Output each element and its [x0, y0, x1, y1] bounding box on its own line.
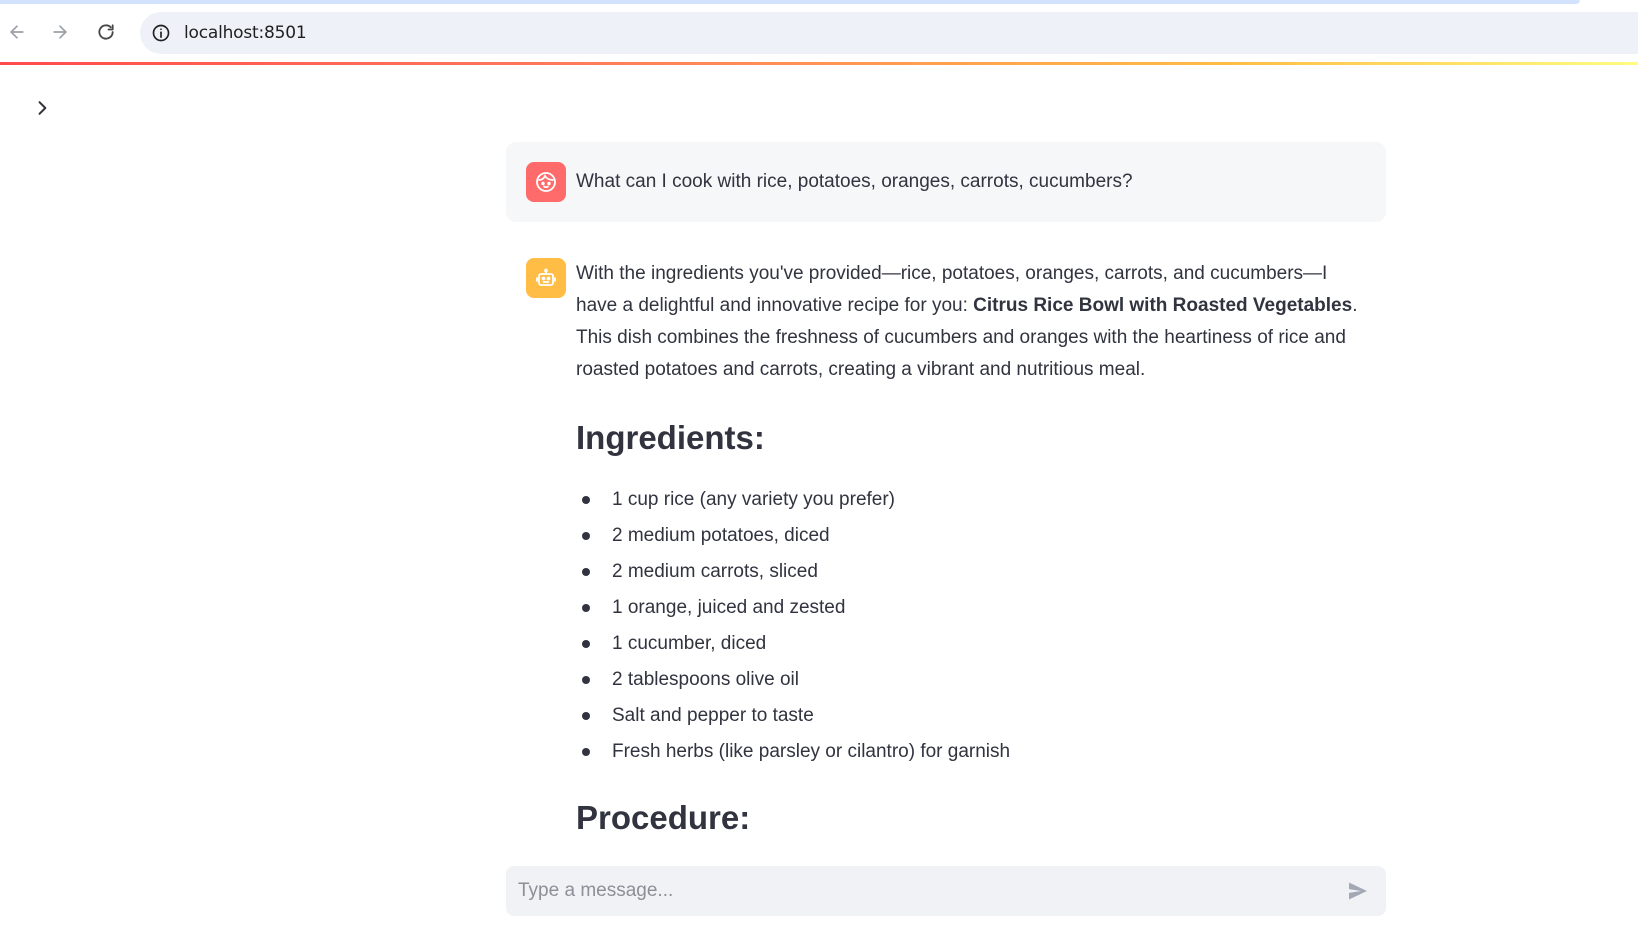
- site-info-button[interactable]: [150, 22, 172, 44]
- tab-strip-edge: [0, 0, 1580, 4]
- chat-container: What can I cook with rice, potatoes, ora…: [506, 142, 1386, 862]
- list-item: Salt and pepper to taste: [582, 698, 1366, 734]
- arrow-right-icon: [53, 25, 67, 39]
- app-header-decoration: [0, 62, 1638, 65]
- list-item: Fresh herbs (like parsley or cilantro) f…: [582, 734, 1366, 770]
- browser-toolbar: localhost:8501: [0, 0, 1638, 62]
- back-button[interactable]: [3, 18, 31, 46]
- assistant-message-body: With the ingredients you've provided—ric…: [576, 258, 1366, 862]
- arrow-left-icon: [10, 25, 24, 39]
- chat-input-container: [506, 866, 1386, 916]
- recipe-name: Citrus Rice Bowl with Roasted Vegetables: [973, 295, 1353, 316]
- list-item: 2 tablespoons olive oil: [582, 662, 1366, 698]
- assistant-message: With the ingredients you've provided—ric…: [506, 240, 1386, 862]
- list-item: 1 cucumber, diced: [582, 626, 1366, 662]
- list-item: 2 medium carrots, sliced: [582, 554, 1366, 590]
- sidebar-expand-button[interactable]: [30, 96, 54, 120]
- user-message: What can I cook with rice, potatoes, ora…: [506, 142, 1386, 222]
- list-item: 2 medium potatoes, diced: [582, 518, 1366, 554]
- chevron-right-icon: [38, 101, 47, 115]
- address-bar[interactable]: localhost:8501: [140, 12, 1638, 54]
- user-message-text: What can I cook with rice, potatoes, ora…: [576, 171, 1133, 192]
- ingredients-list: 1 cup rice (any variety you prefer) 2 me…: [576, 482, 1366, 770]
- send-icon: [1349, 882, 1367, 900]
- ingredients-heading: Ingredients:: [576, 419, 765, 456]
- user-avatar: [526, 162, 566, 202]
- reload-icon: [98, 24, 114, 40]
- robot-icon: [536, 268, 556, 286]
- procedure-heading: Procedure:: [576, 799, 751, 836]
- send-button[interactable]: [1338, 871, 1378, 911]
- reload-button[interactable]: [92, 18, 120, 46]
- list-item: 1 cup rice (any variety you prefer): [582, 482, 1366, 518]
- user-face-icon: [536, 172, 556, 192]
- url-text: localhost:8501: [184, 23, 307, 43]
- chat-message-input[interactable]: [506, 866, 1338, 916]
- list-item: 1 orange, juiced and zested: [582, 590, 1366, 626]
- assistant-avatar: [526, 258, 566, 298]
- assistant-intro-paragraph: With the ingredients you've provided—ric…: [576, 258, 1366, 386]
- info-circle-icon: [152, 24, 170, 42]
- forward-button[interactable]: [46, 18, 74, 46]
